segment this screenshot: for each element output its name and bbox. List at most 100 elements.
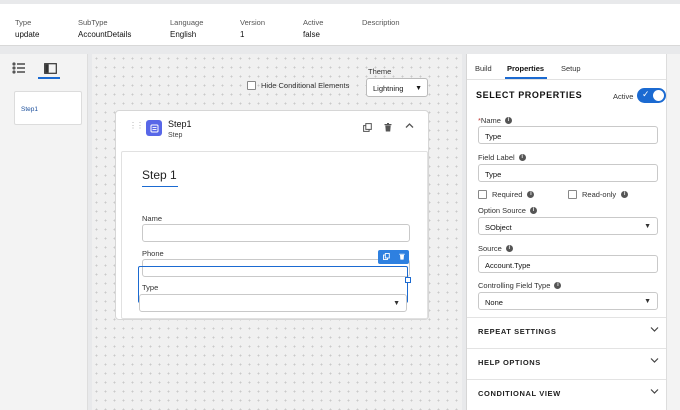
section-title: SELECT PROPERTIES [476,90,583,100]
readonly-checkbox[interactable] [568,190,577,199]
readonly-label: Read-only [582,190,617,199]
record-header: Type update SubType AccountDetails Langu… [0,4,680,46]
drag-handle-icon[interactable]: ⋮⋮ [129,121,144,130]
theme-label: Theme [368,67,392,76]
type-field-select[interactable]: ▼ [139,294,407,312]
sidebar-active-indicator [38,77,60,79]
accordion-divider [467,348,667,349]
delete-icon[interactable] [398,253,405,262]
header-label: Language [170,18,204,27]
name-property-label: *Name i [478,116,512,125]
info-icon[interactable]: i [554,282,562,289]
info-icon[interactable]: i [529,207,537,214]
tree-list-icon[interactable] [9,60,29,76]
hide-conditional-label: Hide Conditional Elements [261,81,350,90]
name-field-input[interactable] [142,224,410,242]
active-label: Active [613,92,634,101]
chevron-down-icon[interactable] [650,388,659,397]
element-toolbar [378,250,409,264]
caret-down-icon: ▼ [644,298,651,305]
header-value: false [303,30,320,39]
info-icon[interactable]: i [621,191,629,198]
controlling-field-value: None [485,298,503,307]
designer-canvas: Hide Conditional Elements Theme Lightnin… [92,54,462,410]
accordion-conditional-view[interactable]: CONDITIONAL VIEW [478,389,561,398]
readonly-option[interactable]: Read-only i [568,190,629,199]
name-property-value: Type [485,132,502,141]
theme-value: Lightning [373,84,404,93]
info-icon[interactable]: i [518,154,526,161]
steps-sidebar: Step1 [0,54,88,410]
option-source-select[interactable]: SObject ▼ [478,217,658,235]
chevron-up-icon[interactable] [405,121,414,131]
resize-handle[interactable] [405,277,411,283]
step-form-area: Step 1 Name Phone Type ▼ [121,151,428,319]
controlling-field-select[interactable]: None ▼ [478,292,658,310]
header-col-language: Language English [170,18,203,39]
active-toggle[interactable]: ✓ [637,88,666,103]
tab-setup[interactable]: Setup [561,64,581,73]
check-icon: ✓ [642,89,650,99]
option-source-value: SObject [485,223,512,232]
header-label: Type [15,18,32,27]
toggle-knob [653,90,664,101]
header-label: Version [240,18,266,27]
header-col-version: Version 1 [240,18,265,39]
hide-conditional-toggle[interactable]: Hide Conditional Elements [247,81,349,90]
theme-select[interactable]: Lightning ▼ [366,78,428,97]
header-col-type: Type update [15,18,39,39]
step-title: Step1 [168,119,192,129]
type-field-label: Type [142,283,159,292]
tab-build[interactable]: Build [475,64,492,73]
step-icon [146,120,162,136]
header-col-description: Description [362,18,400,30]
name-field-label: Name [142,214,163,223]
accordion-repeat-settings[interactable]: REPEAT SETTINGS [478,327,556,336]
header-value: English [170,30,197,39]
field-label-input[interactable]: Type [478,164,658,182]
caret-down-icon: ▼ [644,223,651,230]
name-property-input[interactable]: Type [478,126,658,144]
panel-layout-icon[interactable] [40,60,60,76]
header-col-subtype: SubType AccountDetails [78,18,131,39]
controlling-field-label: Controlling Field Type i [478,281,562,290]
field-label-value: Type [485,170,502,179]
panel-tabs: Build Properties Setup [467,62,667,79]
header-value: update [15,30,40,39]
header-value: 1 [240,30,245,39]
caret-down-icon: ▼ [415,85,422,92]
tab-properties[interactable]: Properties [507,64,544,73]
accordion-divider [467,379,667,380]
delete-icon[interactable] [384,123,392,134]
source-label: Source i [478,244,513,253]
step-thumbnail[interactable]: Step1 [14,91,82,125]
phone-field-label: Phone [142,249,164,258]
copy-icon[interactable] [363,123,372,134]
chevron-down-icon[interactable] [650,326,659,335]
form-title-underline [142,186,178,187]
header-col-active: Active false [303,18,323,39]
chevron-down-icon[interactable] [650,357,659,366]
required-label: Required [492,190,523,199]
step-subtitle: Step [168,132,183,139]
header-label: Active [303,18,324,27]
source-value: Account.Type [485,261,531,270]
panel-scrollbar[interactable] [666,54,680,410]
properties-panel: Build Properties Setup SELECT PROPERTIES… [466,54,667,410]
field-label-property-label: Field Label i [478,153,526,162]
step-card-header: ⋮⋮ Step1 Step [116,111,428,151]
info-icon[interactable]: i [505,245,513,252]
accordion-divider [467,317,667,318]
info-icon[interactable]: i [504,117,512,124]
accordion-help-options[interactable]: HELP OPTIONS [478,358,541,367]
source-input[interactable]: Account.Type [478,255,658,273]
header-label: Description [362,18,400,27]
header-value: AccountDetails [78,30,132,39]
info-icon[interactable]: i [527,191,535,198]
header-label: SubType [78,18,108,27]
step-card[interactable]: ⋮⋮ Step1 Step Step 1 Name Phone Type ▼ [115,110,429,320]
required-checkbox[interactable] [478,190,487,199]
copy-icon[interactable] [382,252,390,262]
required-option[interactable]: Required i [478,190,535,199]
hide-conditional-checkbox[interactable] [247,81,256,90]
